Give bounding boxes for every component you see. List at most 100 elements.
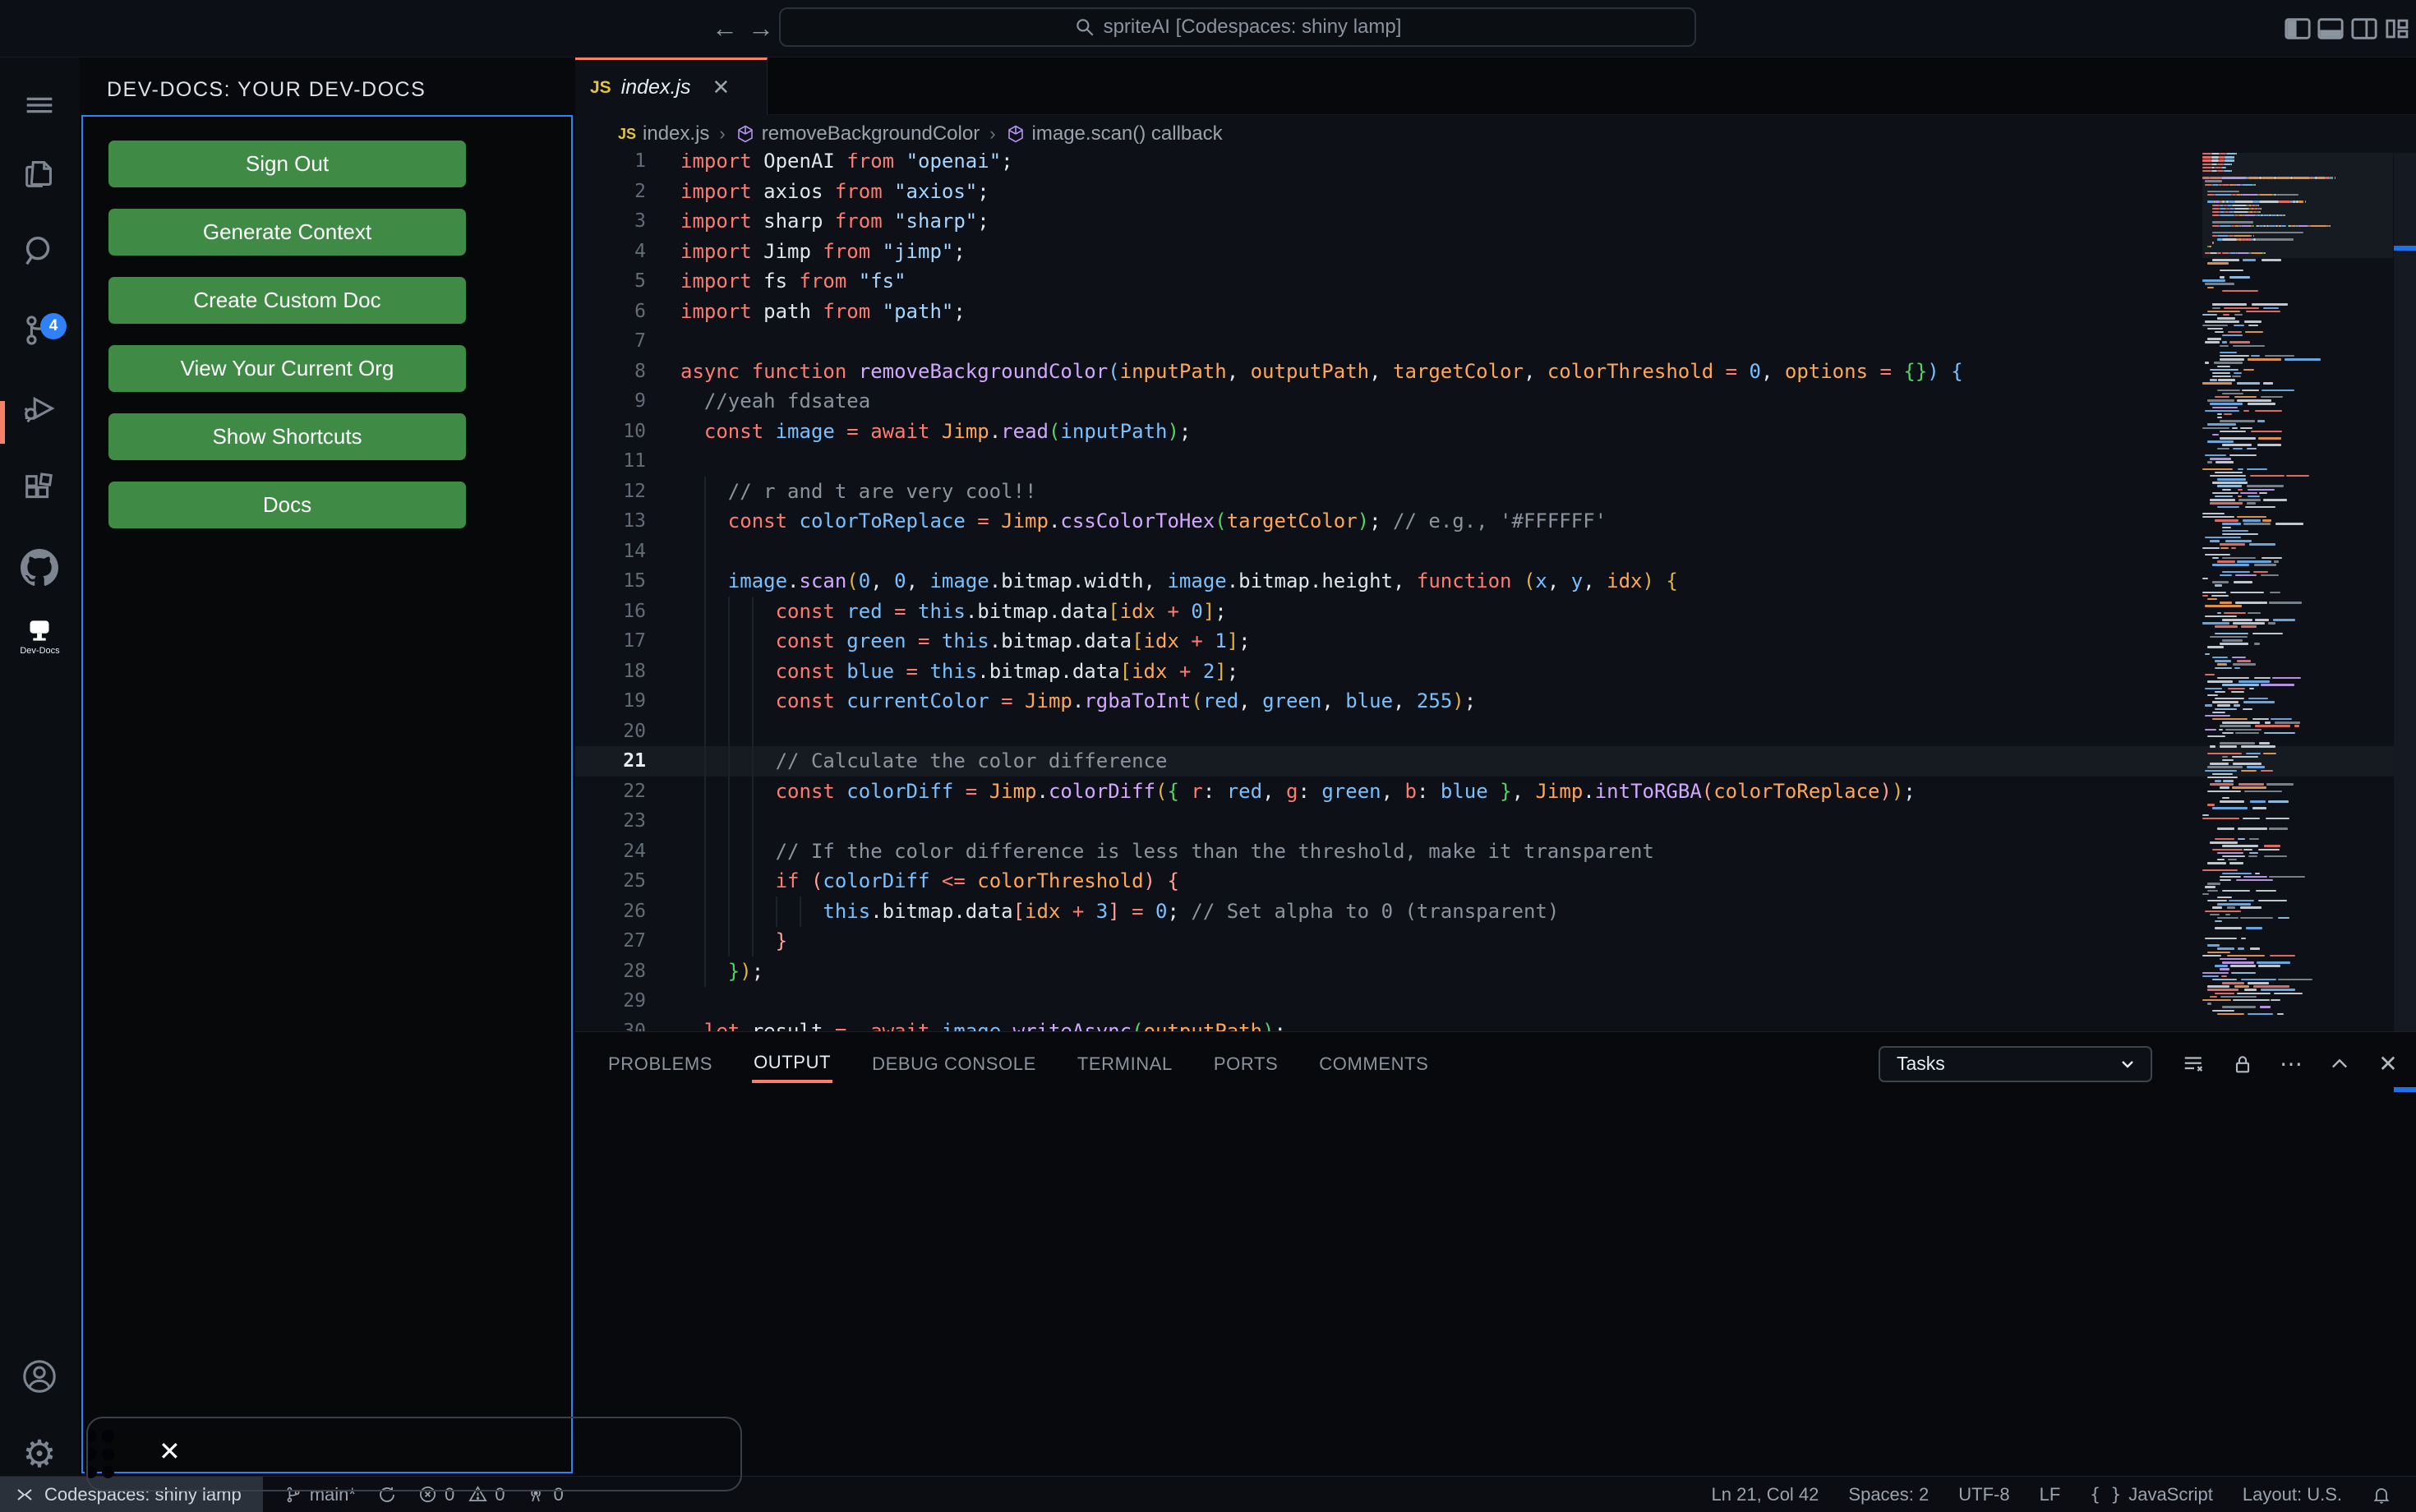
- line-number: 28: [623, 960, 646, 982]
- editor-group: JS index.js ✕ JS index.js › removeBackgroun…: [575, 58, 2416, 1476]
- breadcrumb-label: index.js: [643, 122, 710, 145]
- dev-docs-sidebar: DEV-DOCS: YOUR DEV-DOCS Sign Out Generate…: [80, 58, 575, 1476]
- scm-badge: 4: [40, 313, 67, 339]
- breadcrumb[interactable]: JS index.js › removeBackgroundColor › image.s…: [575, 115, 2416, 153]
- sidebar-button-show-shortcuts[interactable]: Show Shortcuts: [108, 413, 466, 460]
- indentation[interactable]: Spaces: 2: [1848, 1484, 1929, 1505]
- code-text: async function removeBackgroundColor(inp…: [680, 359, 1963, 383]
- code-line-7[interactable]: 7: [575, 326, 2416, 357]
- code-editor[interactable]: 1 import OpenAI from "openai"; 2 import axi…: [575, 153, 2416, 1031]
- sidebar-button-docs[interactable]: Docs: [108, 482, 466, 528]
- github-icon[interactable]: [21, 549, 58, 587]
- encoding[interactable]: UTF-8: [1958, 1484, 2009, 1505]
- code-text: });: [727, 959, 764, 983]
- account-icon[interactable]: [21, 1358, 58, 1395]
- toggle-secondary-sidebar-icon[interactable]: [2350, 15, 2378, 43]
- indent-guide: [703, 536, 706, 567]
- sidebar-button-generate-context[interactable]: Generate Context: [108, 209, 466, 256]
- toggle-primary-sidebar-icon[interactable]: [2284, 15, 2312, 43]
- explorer-icon[interactable]: [21, 154, 58, 192]
- code-line-21[interactable]: 21 // Calculate the color difference: [575, 746, 2416, 777]
- code-line-8[interactable]: 8 async function removeBackgroundColor(in…: [575, 357, 2416, 387]
- notifications-bell[interactable]: [2372, 1485, 2391, 1505]
- code-line-22[interactable]: 22 const colorDiff = Jimp.colorDiff({ r:…: [575, 776, 2416, 807]
- maximize-panel-icon[interactable]: [2326, 1051, 2353, 1077]
- code-line-1[interactable]: 1 import OpenAI from "openai";: [575, 153, 2416, 177]
- keyboard-layout[interactable]: Layout: U.S.: [2243, 1484, 2342, 1505]
- breadcrumb-item[interactable]: removeBackgroundColor: [735, 122, 980, 145]
- code-line-3[interactable]: 3 import sharp from "sharp";: [575, 206, 2416, 237]
- code-line-27[interactable]: 27 }: [575, 926, 2416, 957]
- breadcrumb-item[interactable]: image.scan() callback: [1006, 122, 1223, 145]
- code-line-18[interactable]: 18 const blue = this.bitmap.data[idx + 2…: [575, 656, 2416, 687]
- sidebar-button-create-custom-doc[interactable]: Create Custom Doc: [108, 277, 466, 324]
- extensions-icon[interactable]: [21, 470, 58, 508]
- toast-close-icon[interactable]: ✕: [159, 1438, 181, 1464]
- forward-arrow-icon[interactable]: →: [745, 12, 777, 44]
- cursor-position[interactable]: Ln 21, Col 42: [1712, 1484, 1819, 1505]
- code-line-28[interactable]: 28 });: [575, 956, 2416, 987]
- code-line-15[interactable]: 15 image.scan(0, 0, image.bitmap.width, …: [575, 566, 2416, 597]
- panel-tab-output[interactable]: OUTPUT: [752, 1045, 833, 1083]
- dev-docs-view-icon[interactable]: [21, 610, 58, 648]
- panel-tab-debug-console[interactable]: DEBUG CONSOLE: [870, 1047, 1038, 1081]
- code-line-10[interactable]: 10 const image = await Jimp.read(inputPa…: [575, 417, 2416, 447]
- clear-output-icon[interactable]: [2181, 1051, 2207, 1077]
- minimap[interactable]: [2202, 153, 2393, 1031]
- output-channel-select[interactable]: Tasks: [1879, 1045, 2152, 1082]
- code-line-12[interactable]: 12 // r and t are very cool!!: [575, 476, 2416, 507]
- code-line-4[interactable]: 4 import Jimp from "jimp";: [575, 237, 2416, 267]
- close-panel-icon[interactable]: ✕: [2375, 1051, 2401, 1077]
- output-channel-value: Tasks: [1897, 1053, 1945, 1074]
- line-number: 4: [634, 240, 646, 262]
- code-line-20[interactable]: 20: [575, 716, 2416, 747]
- sidebar-button-view-your-current-org[interactable]: View Your Current Org: [108, 345, 466, 392]
- code-line-19[interactable]: 19 const currentColor = Jimp.rgbaToInt(r…: [575, 686, 2416, 717]
- search-view-icon[interactable]: [21, 233, 58, 270]
- run-debug-icon[interactable]: [21, 390, 58, 427]
- code-line-2[interactable]: 2 import axios from "axios";: [575, 177, 2416, 207]
- vscode-window: ← → spriteAI [Codespaces: shiny lamp] 4 …: [0, 0, 2416, 1512]
- indent-guide: [727, 716, 730, 747]
- customize-layout-icon[interactable]: [2385, 15, 2413, 43]
- line-number: 22: [623, 780, 646, 802]
- code-line-13[interactable]: 13 const colorToReplace = Jimp.cssColorT…: [575, 506, 2416, 537]
- symbol-cube-icon: [1006, 124, 1026, 144]
- code-line-25[interactable]: 25 if (colorDiff <= colorThreshold) {: [575, 866, 2416, 897]
- menu-hamburger-icon[interactable]: [21, 86, 58, 124]
- code-line-23[interactable]: 23: [575, 806, 2416, 837]
- code-text: import sharp from "sharp";: [680, 210, 989, 233]
- tab-close-icon[interactable]: ✕: [712, 75, 730, 100]
- panel-tab-comments[interactable]: COMMENTS: [1317, 1047, 1430, 1081]
- javascript-file-icon: JS: [590, 77, 611, 97]
- more-actions-icon[interactable]: ⋯: [2278, 1051, 2304, 1077]
- tab-index-js[interactable]: JS index.js ✕: [575, 58, 768, 115]
- line-number: 27: [623, 930, 646, 952]
- code-line-14[interactable]: 14: [575, 536, 2416, 567]
- toggle-panel-icon[interactable]: [2317, 15, 2345, 43]
- panel-tab-problems[interactable]: PROBLEMS: [606, 1047, 714, 1081]
- breadcrumb-item[interactable]: JS index.js: [618, 122, 709, 145]
- code-line-24[interactable]: 24 // If the color difference is less th…: [575, 836, 2416, 867]
- sidebar-button-sign-out[interactable]: Sign Out: [108, 141, 466, 187]
- code-line-9[interactable]: 9 //yeah fdsatea: [575, 386, 2416, 417]
- code-line-11[interactable]: 11: [575, 446, 2416, 477]
- code-line-16[interactable]: 16 const red = this.bitmap.data[idx + 0]…: [575, 596, 2416, 627]
- code-line-6[interactable]: 6 import path from "path";: [575, 297, 2416, 327]
- lock-scroll-icon[interactable]: [2229, 1051, 2256, 1077]
- code-line-5[interactable]: 5 import fs from "fs": [575, 266, 2416, 297]
- panel-tab-ports[interactable]: PORTS: [1212, 1047, 1279, 1081]
- panel-tab-terminal[interactable]: TERMINAL: [1076, 1047, 1174, 1081]
- settings-gear-icon[interactable]: ⚙: [21, 1435, 58, 1473]
- code-line-26[interactable]: 26 this.bitmap.data[idx + 3] = 0; // Set…: [575, 896, 2416, 927]
- back-arrow-icon[interactable]: ←: [708, 12, 741, 44]
- eol[interactable]: LF: [2040, 1484, 2061, 1505]
- code-line-29[interactable]: 29: [575, 986, 2416, 1016]
- code-line-30[interactable]: 30 let result = await image.writeAsync(o…: [575, 1016, 2416, 1032]
- line-number: 9: [634, 390, 646, 412]
- editor-scrollbar[interactable]: [2394, 153, 2416, 1031]
- chevron-down-icon: [2122, 1060, 2133, 1068]
- language-mode[interactable]: { } JavaScript: [2090, 1484, 2213, 1505]
- code-line-17[interactable]: 17 const green = this.bitmap.data[idx + …: [575, 626, 2416, 657]
- command-center-search[interactable]: spriteAI [Codespaces: shiny lamp]: [779, 7, 1696, 47]
